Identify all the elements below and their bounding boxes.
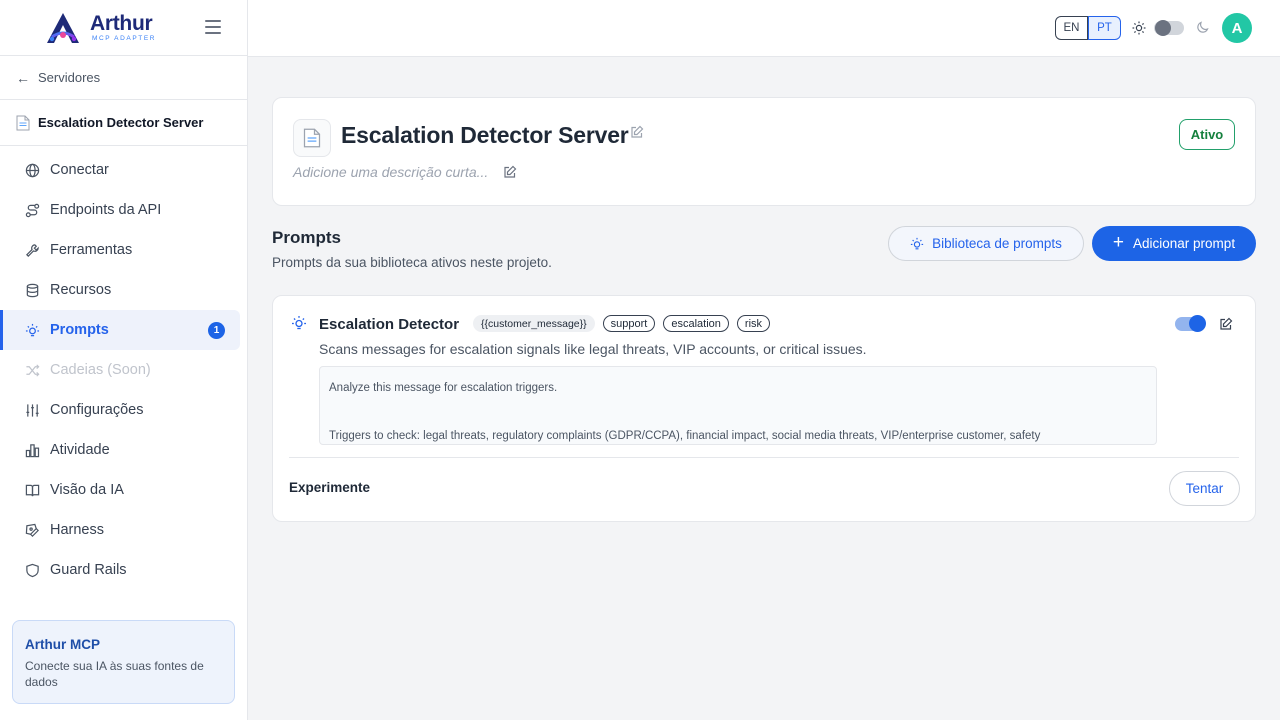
user-avatar[interactable]: A [1222, 13, 1252, 43]
database-icon [24, 282, 40, 298]
sidebar-item-label: Prompts [50, 322, 109, 338]
brand-logo[interactable]: Arthur MCP ADAPTER [0, 0, 247, 56]
add-prompt-button[interactable]: + Adicionar prompt [1092, 226, 1256, 261]
prompt-library-button[interactable]: Biblioteca de prompts [888, 226, 1084, 261]
theme-toggle-knob [1155, 20, 1171, 36]
sidebar-item-label: Conectar [50, 162, 109, 178]
sidebar-item-label: Ferramentas [50, 242, 133, 258]
prompts-count-badge: 1 [208, 322, 225, 339]
sidebar-item-prompts[interactable]: Prompts 1 [0, 310, 240, 350]
sidebar-nav: Conectar Endpoints da API Ferramentas Re… [0, 146, 247, 590]
sidebar-item-label: Cadeias (Soon) [50, 362, 151, 378]
lightbulb-icon [292, 316, 306, 330]
status-badge: Ativo [1179, 119, 1235, 150]
sidebar-item-guard-rails[interactable]: Guard Rails [0, 550, 240, 590]
sidebar-item-cadeias: Cadeias (Soon) [0, 350, 240, 390]
promo-title: Arthur MCP [25, 637, 100, 652]
top-bar: EN PT A [248, 0, 1280, 57]
sidebar-item-label: Visão da IA [50, 482, 124, 498]
sidebar: Arthur MCP ADAPTER ← Servidores Escalati… [0, 0, 248, 720]
lightbulb-icon [910, 237, 924, 249]
experiment-label: Experimente [289, 480, 371, 495]
document-icon [16, 115, 30, 130]
prompt-description: Scans messages for escalation signals li… [319, 341, 867, 357]
promo-card: Arthur MCP Conecte sua IA às suas fontes… [12, 620, 235, 704]
divider [289, 457, 1239, 458]
sidebar-item-label: Recursos [50, 282, 112, 298]
theme-toggle[interactable] [1154, 20, 1184, 36]
lang-en-button[interactable]: EN [1055, 16, 1088, 40]
sidebar-item-atividade[interactable]: Atividade [0, 430, 240, 470]
sidebar-item-label: Endpoints da API [50, 202, 162, 218]
sidebar-item-endpoints[interactable]: Endpoints da API [0, 190, 240, 230]
back-label: Servidores [38, 70, 101, 85]
sidebar-item-ferramentas[interactable]: Ferramentas [0, 230, 240, 270]
pen-tool-icon [24, 522, 40, 538]
sidebar-item-conectar[interactable]: Conectar [0, 150, 240, 190]
sliders-icon [24, 402, 40, 418]
prompt-body-line: Analyze this message for escalation trig… [329, 382, 558, 394]
description-placeholder[interactable]: Adicione uma descrição curta... [293, 164, 488, 180]
prompt-enabled-toggle[interactable] [1175, 315, 1206, 332]
wrench-icon [24, 242, 40, 258]
brand-name: Arthur [90, 11, 153, 35]
prompt-name: Escalation Detector [319, 316, 460, 333]
sidebar-item-configuracoes[interactable]: Configurações [0, 390, 240, 430]
section-title: Prompts [272, 228, 341, 247]
prompt-body-line: Triggers to check: legal threats, regula… [329, 430, 1041, 442]
sidebar-item-visao-ia[interactable]: Visão da IA [0, 470, 240, 510]
sidebar-item-recursos[interactable]: Recursos [0, 270, 240, 310]
prompt-tags: {{customer_message}} support escalation … [473, 315, 778, 332]
lang-pt-button[interactable]: PT [1088, 16, 1121, 40]
add-prompt-label: Adicionar prompt [1133, 236, 1236, 251]
sidebar-item-harness[interactable]: Harness [0, 510, 240, 550]
moon-icon [1197, 21, 1209, 33]
sidebar-item-label: Harness [50, 522, 104, 538]
tag: support [602, 315, 656, 332]
book-icon [24, 482, 40, 498]
lightbulb-icon [24, 322, 40, 338]
prompt-template-preview: Analyze this message for escalation trig… [319, 366, 1157, 445]
language-switcher: EN PT [1055, 16, 1121, 40]
try-button[interactable]: Tentar [1169, 471, 1240, 506]
back-to-servers-link[interactable]: ← Servidores [0, 56, 247, 100]
sidebar-item-label: Guard Rails [50, 562, 127, 578]
server-header-card: Escalation Detector Server Adicione uma … [272, 97, 1256, 206]
edit-title-icon[interactable] [630, 125, 644, 139]
current-server: Escalation Detector Server [0, 100, 247, 146]
route-icon [24, 202, 40, 218]
server-name: Escalation Detector Server [38, 115, 204, 130]
prompt-toggle-knob [1189, 315, 1206, 332]
globe-icon [24, 162, 40, 178]
promo-text: Conecte sua IA às suas fontes de dados [25, 659, 204, 689]
sidebar-item-label: Configurações [50, 402, 144, 418]
shuffle-icon [24, 362, 40, 378]
arthur-logo-icon [47, 12, 79, 43]
sun-icon [1132, 21, 1146, 35]
tag: risk [736, 315, 771, 332]
prompt-card: Escalation Detector {{customer_message}}… [272, 295, 1256, 522]
brand-subtitle: MCP ADAPTER [92, 34, 157, 42]
page-title: Escalation Detector Server [341, 122, 629, 148]
prompt-library-label: Biblioteca de prompts [932, 236, 1062, 251]
server-document-icon [293, 119, 331, 157]
section-subtitle: Prompts da sua biblioteca ativos neste p… [272, 255, 552, 270]
sidebar-item-label: Atividade [50, 442, 110, 458]
shield-icon [24, 562, 40, 578]
bar-chart-icon [24, 442, 40, 458]
tag: escalation [663, 315, 729, 332]
menu-toggle-icon[interactable] [205, 20, 221, 34]
edit-prompt-icon[interactable] [1219, 317, 1233, 331]
plus-icon: + [1112, 232, 1125, 253]
variable-tag: {{customer_message}} [473, 315, 595, 332]
arrow-left-icon: ← [16, 69, 30, 86]
edit-description-icon[interactable] [503, 165, 517, 179]
